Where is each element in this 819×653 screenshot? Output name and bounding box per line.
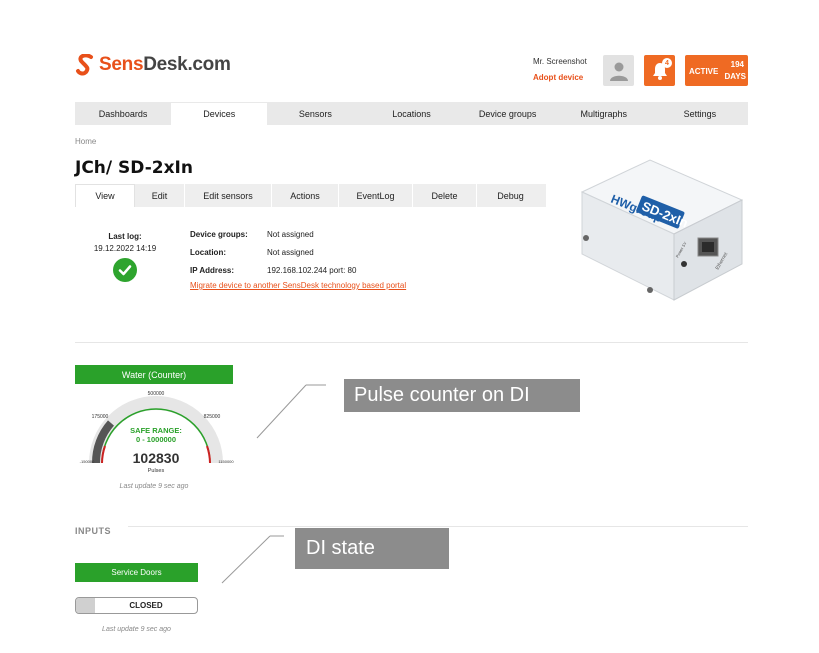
svg-text:SAFE RANGE:: SAFE RANGE: bbox=[130, 426, 182, 435]
svg-text:1150000: 1150000 bbox=[218, 459, 234, 464]
nav-sensors[interactable]: Sensors bbox=[267, 102, 363, 125]
counter-widget-title[interactable]: Water (Counter) bbox=[75, 365, 233, 384]
device-groups-label: Device groups: bbox=[190, 229, 248, 239]
user-avatar-icon[interactable] bbox=[603, 55, 634, 86]
status-ok-check-icon bbox=[113, 258, 137, 282]
adopt-device-link[interactable]: Adopt device bbox=[533, 73, 587, 82]
device-image: HWgroup SD-2xIn Ethernet Power 5V bbox=[580, 159, 744, 301]
svg-text:0 - 1000000: 0 - 1000000 bbox=[136, 435, 176, 444]
nav-dashboards[interactable]: Dashboards bbox=[75, 102, 171, 125]
brand-logo[interactable]: SensDesk.com bbox=[75, 53, 231, 76]
svg-text:102830: 102830 bbox=[133, 450, 180, 466]
nav-device-groups[interactable]: Device groups bbox=[460, 102, 556, 125]
active-days-count: 194 bbox=[730, 60, 744, 69]
location-row: Location: Not assigned bbox=[190, 243, 406, 261]
nav-settings[interactable]: Settings bbox=[652, 102, 748, 125]
device-tabs: View Edit Edit sensors Actions EventLog … bbox=[75, 184, 546, 207]
notification-count-badge: 4 bbox=[662, 58, 672, 68]
last-log-label: Last log: bbox=[108, 232, 142, 241]
active-label: ACTIVE bbox=[689, 67, 719, 76]
user-block: Mr. Screenshot Adopt device bbox=[533, 57, 587, 82]
tab-edit-sensors[interactable]: Edit sensors bbox=[185, 184, 272, 207]
nav-locations[interactable]: Locations bbox=[363, 102, 459, 125]
inputs-heading: INPUTS bbox=[75, 526, 112, 536]
input-last-update: Last update 9 sec ago bbox=[102, 626, 171, 633]
main-nav: Dashboards Devices Sensors Locations Dev… bbox=[75, 102, 748, 125]
svg-text:Pulses: Pulses bbox=[148, 468, 165, 474]
tab-eventlog[interactable]: EventLog bbox=[339, 184, 413, 207]
breadcrumb[interactable]: Home bbox=[75, 137, 96, 146]
svg-text:825000: 825000 bbox=[204, 414, 221, 420]
tab-view[interactable]: View bbox=[75, 184, 135, 207]
nav-multigraphs[interactable]: Multigraphs bbox=[556, 102, 652, 125]
last-log-date: 19.12.2022 14:19 bbox=[93, 244, 157, 253]
active-subscription-badge[interactable]: ACTIVE 194 DAYS bbox=[685, 55, 748, 86]
callout-di-state: DI state bbox=[295, 528, 449, 569]
device-groups-row: Device groups: Not assigned bbox=[190, 225, 406, 243]
counter-gauge: 500000 175000 825000 -150000 1150000 SAF… bbox=[80, 391, 235, 474]
svg-text:175000: 175000 bbox=[92, 414, 109, 420]
callout-pulse-counter: Pulse counter on DI bbox=[344, 379, 580, 412]
ip-address-row: IP Address: 192.168.102.244 port: 80 bbox=[190, 261, 406, 279]
counter-last-update: Last update 9 sec ago bbox=[119, 483, 189, 490]
tab-edit[interactable]: Edit bbox=[135, 184, 185, 207]
location-label: Location: bbox=[190, 247, 226, 257]
tab-delete[interactable]: Delete bbox=[413, 184, 477, 207]
notifications-button[interactable]: 4 bbox=[644, 55, 675, 86]
digital-input-title[interactable]: Service Doors bbox=[75, 563, 198, 582]
svg-text:500000: 500000 bbox=[148, 391, 165, 397]
ip-address-value: 192.168.102.244 port: 80 bbox=[267, 265, 357, 275]
page-title: JCh/ SD-2xIn bbox=[75, 158, 193, 178]
device-groups-value: Not assigned bbox=[267, 229, 314, 239]
active-days-unit: DAYS bbox=[724, 72, 747, 81]
device-info: Device groups: Not assigned Location: No… bbox=[190, 225, 406, 291]
nav-devices[interactable]: Devices bbox=[171, 102, 268, 125]
section-divider bbox=[75, 342, 748, 343]
ip-address-label: IP Address: bbox=[190, 265, 235, 275]
digital-input-state: CLOSED bbox=[75, 597, 198, 614]
brand-name: SensDesk.com bbox=[99, 54, 231, 75]
sensdesk-logo-icon bbox=[75, 53, 95, 76]
svg-text:-150000: -150000 bbox=[80, 459, 95, 464]
state-indicator bbox=[76, 598, 95, 613]
last-log-status: Last log: 19.12.2022 14:19 bbox=[85, 232, 165, 282]
inputs-divider bbox=[128, 526, 748, 527]
state-label: CLOSED bbox=[129, 601, 163, 610]
location-value: Not assigned bbox=[267, 247, 314, 257]
migrate-device-link[interactable]: Migrate device to another SensDesk techn… bbox=[190, 281, 406, 290]
tab-debug[interactable]: Debug bbox=[477, 184, 544, 207]
tab-actions[interactable]: Actions bbox=[272, 184, 339, 207]
user-name: Mr. Screenshot bbox=[533, 57, 587, 66]
